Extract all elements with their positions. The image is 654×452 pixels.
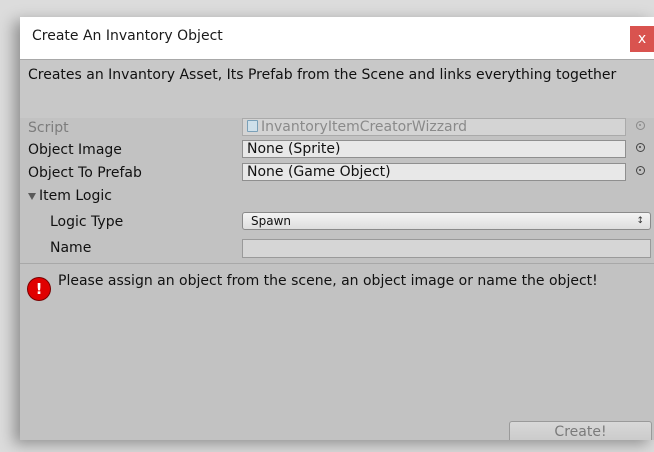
object-image-row: Object Image None (Sprite) [20, 139, 654, 161]
object-to-prefab-row: Object To Prefab None (Game Object) [20, 162, 654, 184]
error-icon: ! [28, 278, 50, 300]
help-box: Creates an Invantory Asset, Its Prefab f… [20, 59, 654, 118]
logic-type-dropdown[interactable]: Spawn ↕ [242, 212, 651, 230]
name-row: Name [20, 237, 654, 259]
item-logic-foldout[interactable]: Item Logic [20, 185, 654, 207]
item-logic-label[interactable]: Item Logic [39, 188, 112, 204]
wizard-window: Create An Invantory Object x Creates an … [20, 17, 654, 440]
script-field: InvantoryItemCreatorWizzard [242, 118, 626, 136]
object-image-field[interactable]: None (Sprite) [242, 140, 626, 158]
object-image-picker-icon[interactable] [636, 143, 645, 152]
close-button[interactable]: x [630, 26, 654, 52]
name-input[interactable] [242, 239, 651, 258]
close-icon: x [637, 31, 647, 47]
name-label: Name [50, 240, 92, 256]
logic-type-value: Spawn [251, 214, 292, 228]
foldout-arrow-icon[interactable] [28, 193, 36, 200]
object-to-prefab-picker-icon[interactable] [636, 166, 645, 175]
help-text: Creates an Invantory Asset, Its Prefab f… [28, 67, 617, 83]
script-value: InvantoryItemCreatorWizzard [261, 119, 468, 135]
object-image-label: Object Image [28, 142, 122, 158]
logic-type-row: Logic Type Spawn ↕ [20, 211, 654, 233]
script-picker-icon [636, 121, 645, 130]
logic-type-label: Logic Type [50, 214, 124, 230]
dropdown-arrows-icon: ↕ [636, 216, 644, 226]
script-label: Script [28, 120, 69, 136]
script-row: Script InvantoryItemCreatorWizzard [20, 117, 654, 139]
object-to-prefab-field[interactable]: None (Game Object) [242, 163, 626, 181]
object-to-prefab-label: Object To Prefab [28, 165, 142, 181]
error-area: ! Please assign an object from the scene… [20, 263, 654, 440]
title-bar: Create An Invantory Object x [20, 17, 654, 59]
create-button[interactable]: Create! [509, 421, 652, 440]
window-title: Create An Invantory Object [32, 28, 223, 44]
error-message: Please assign an object from the scene, … [58, 273, 598, 289]
script-file-icon [247, 120, 258, 132]
